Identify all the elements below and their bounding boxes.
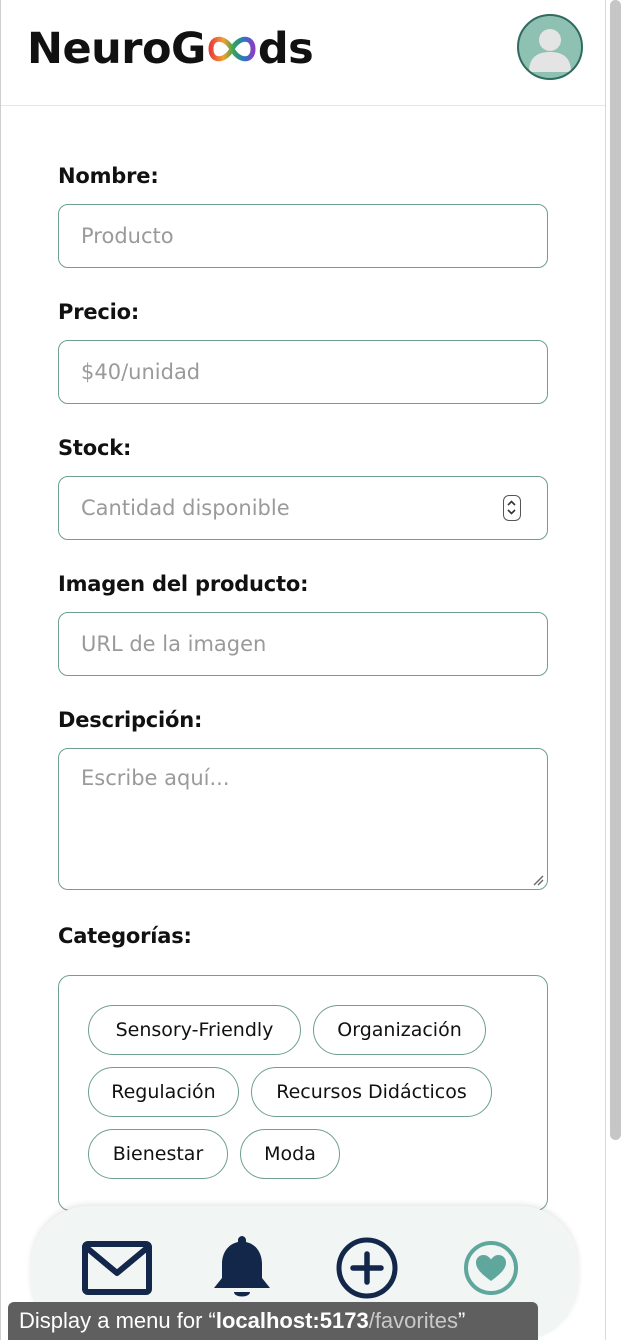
bell-icon: [214, 1236, 270, 1297]
add-circle-icon: [336, 1237, 398, 1299]
price-input[interactable]: [58, 340, 548, 404]
heart-circle-icon: [464, 1241, 518, 1295]
category-chip-bienestar[interactable]: Bienestar: [88, 1129, 228, 1179]
stock-input[interactable]: [58, 476, 548, 540]
tooltip-path: /favorites: [368, 1308, 458, 1333]
infinity-logo-icon: [208, 36, 256, 62]
category-chip-moda[interactable]: Moda: [240, 1129, 340, 1179]
tooltip-suffix: ”: [457, 1308, 466, 1333]
name-label: Nombre:: [58, 164, 159, 188]
name-input[interactable]: [58, 204, 548, 268]
resize-handle-icon[interactable]: [532, 874, 544, 886]
categories-label: Categorías:: [58, 924, 192, 948]
user-avatar[interactable]: [517, 14, 583, 80]
stepper-arrows-icon: [507, 500, 516, 515]
image-url-input[interactable]: [58, 612, 548, 676]
category-chip-regulacion[interactable]: Regulación: [88, 1067, 239, 1117]
category-chip-recursos-didacticos[interactable]: Recursos Didácticos: [251, 1067, 492, 1117]
user-icon: [529, 29, 571, 72]
logo-text-prefix: NeuroG: [27, 24, 206, 74]
nav-notifications-button[interactable]: [209, 1232, 275, 1302]
scrollbar-thumb[interactable]: [610, 0, 621, 1140]
stock-label: Stock:: [58, 436, 132, 460]
nav-favorites-button[interactable]: [461, 1238, 521, 1298]
tooltip-host: localhost:5173: [215, 1308, 369, 1333]
tooltip-prefix: Display a menu for “: [19, 1308, 216, 1333]
nav-messages-button[interactable]: [81, 1240, 153, 1296]
description-label: Descripción:: [58, 708, 203, 732]
neurogoods-logo[interactable]: NeuroG ds: [27, 18, 314, 80]
category-chip-sensory-friendly[interactable]: Sensory-Friendly: [88, 1005, 301, 1055]
description-textarea[interactable]: [58, 748, 548, 890]
image-label: Imagen del producto:: [58, 572, 309, 596]
nav-add-product-button[interactable]: [335, 1236, 399, 1300]
link-status-tooltip: Display a menu for “localhost:5173/favor…: [8, 1302, 538, 1340]
mail-icon: [82, 1241, 152, 1295]
logo-text-suffix: ds: [257, 24, 314, 74]
app-header: NeuroG ds: [1, 0, 605, 106]
category-chip-organizacion[interactable]: Organización: [313, 1005, 486, 1055]
stock-stepper[interactable]: [503, 495, 521, 521]
price-label: Precio:: [58, 300, 140, 324]
